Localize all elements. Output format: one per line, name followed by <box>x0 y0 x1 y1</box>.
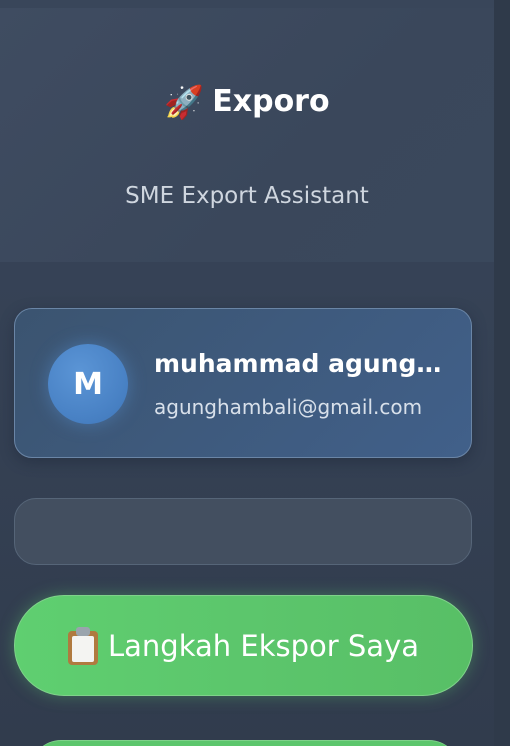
app-title: Exporo <box>212 84 330 119</box>
brand: 🚀 Exporo <box>0 84 494 119</box>
sidebar-header: 🚀 Exporo SME Export Assistant <box>0 8 494 262</box>
export-steps-label: Langkah Ekspor Saya <box>108 628 419 663</box>
clipboard-icon <box>68 626 98 665</box>
user-name: muhammad agung h… <box>154 349 444 378</box>
next-menu-button[interactable] <box>30 740 460 746</box>
user-email: agunghambali@gmail.com <box>154 395 423 419</box>
main-content-edge <box>494 0 510 746</box>
search-input[interactable] <box>14 498 472 565</box>
user-profile-card[interactable]: M muhammad agung h… agunghambali@gmail.c… <box>14 308 472 458</box>
sidebar: 🚀 Exporo SME Export Assistant M muhammad… <box>0 0 494 746</box>
avatar: M <box>48 344 128 424</box>
app-subtitle: SME Export Assistant <box>125 183 369 209</box>
export-steps-button[interactable]: Langkah Ekspor Saya <box>14 595 473 696</box>
rocket-icon: 🚀 <box>164 82 205 121</box>
